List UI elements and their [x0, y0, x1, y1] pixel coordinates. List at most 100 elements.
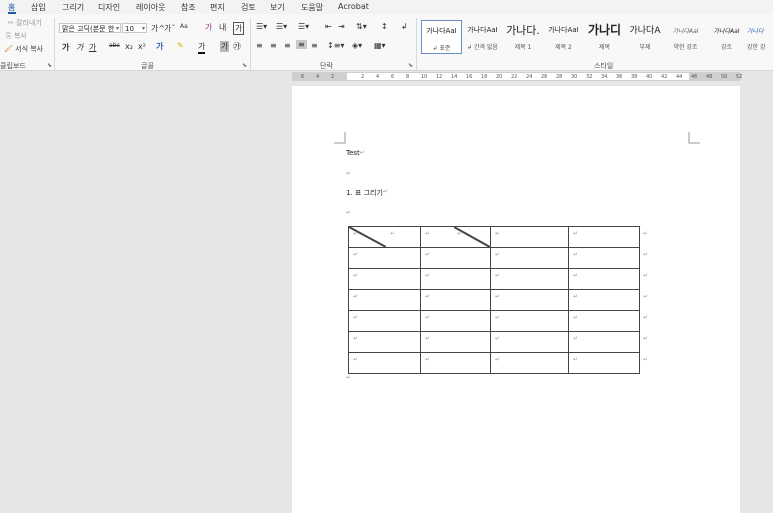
grow-font-button[interactable]: 가^ — [151, 23, 165, 34]
chevron-down-icon: ▾ — [141, 25, 145, 32]
table-cell[interactable]: ↵ ↵ — [568, 289, 648, 311]
doc-list-item[interactable]: 1. 표 그리기 ↵ — [346, 188, 388, 198]
style-intense-emphasis[interactable]: 가나다 강한 강 — [747, 20, 773, 54]
style-title[interactable]: 가나디 제목 — [584, 20, 625, 54]
clear-format-button[interactable]: 가 — [205, 22, 212, 33]
table-cell[interactable]: ↵ ↵ — [568, 331, 648, 353]
text-direction-icon[interactable]: ⇅▾ — [356, 22, 367, 31]
borders-icon[interactable]: ▦▾ — [374, 41, 386, 50]
table-cell[interactable]: ↵ ↵ — [568, 268, 648, 290]
row-end-mark: ↵ — [642, 293, 648, 300]
doc-line-test[interactable]: Test ↵ — [346, 149, 365, 157]
numbering-icon[interactable]: ☰▾ — [276, 22, 287, 31]
shrink-font-button[interactable]: 가ˇ — [164, 23, 175, 34]
document-table[interactable]: ↵ ↵ ↵ ↵ ↵ ↵ ↵ ↵ ↵ ↵ ↵ ↵ ↵ ↵ ↵ ↵ ↵ ↵ ↵ ↵ ↵ ↵ ↵ ↵ ↵ ↵ ↵ ↵ ↵ ↵ ↵ ↵ ↵ ↵ ↵ ↵ ↵ — [348, 226, 648, 374]
cut-button[interactable]: ✂ 잘라내기 — [8, 18, 42, 28]
table-cell[interactable]: ↵ — [348, 289, 421, 311]
style-emphasis[interactable]: 가나다AaI 강조 — [706, 20, 747, 54]
paragraph-launcher-icon[interactable]: ⬊ — [408, 62, 413, 69]
table-cell[interactable]: ↵ — [490, 289, 569, 311]
table-cell[interactable]: ↵ — [420, 310, 491, 332]
ruler-tick-label: 2 — [361, 74, 365, 80]
table-cell[interactable]: ↵ — [490, 352, 569, 374]
phonetic-guide-button[interactable]: 내 — [219, 22, 226, 33]
table-cell[interactable]: ↵ ↵ — [568, 352, 648, 374]
show-marks-icon[interactable]: ↲ — [401, 22, 408, 31]
char-shading-button[interactable]: 가 — [220, 41, 230, 52]
enclose-chars-button[interactable]: ㉮ — [233, 41, 241, 52]
document-page[interactable]: Test ↵ ↵ 1. 표 그리기 ↵ ↵ ↵ ↵ ↵ ↵ ↵ ↵ ↵ ↵ ↵ ↵ ↵ ↵ ↵ ↵ ↵ ↵ ↵ ↵ ↵ ↵… — [292, 86, 740, 513]
align-center-icon[interactable]: ≡ — [270, 41, 277, 50]
cell-end-mark: ↵ — [353, 335, 359, 342]
menu-view[interactable]: 보기 — [270, 2, 285, 13]
highlight-button[interactable]: ✎ — [177, 41, 184, 50]
style-subtle-emphasis[interactable]: 가나다AaI 약한 강조 — [665, 20, 706, 54]
italic-button[interactable]: 가 — [76, 42, 83, 53]
table-cell[interactable]: ↵ ↵ — [568, 226, 648, 248]
shading-icon[interactable]: ◈▾ — [352, 41, 362, 50]
decrease-indent-icon[interactable]: ⇤ — [325, 22, 332, 31]
table-cell[interactable]: ↵ — [490, 247, 569, 269]
strikethrough-button[interactable]: abc — [109, 42, 120, 49]
subscript-button[interactable]: x₂ — [125, 42, 133, 51]
table-cell[interactable]: ↵ — [348, 331, 421, 353]
style-no-spacing[interactable]: 가나다AaI ↲ 간격 없음 — [462, 20, 503, 54]
table-cell[interactable]: ↵ ↵ — [568, 247, 648, 269]
menu-review[interactable]: 검토 — [241, 2, 256, 13]
ruler-tick-label: 2 — [331, 74, 335, 80]
style-subtitle[interactable]: 가나다A 부제 — [625, 20, 665, 54]
table-cell[interactable]: ↵ — [490, 310, 569, 332]
table-cell[interactable]: ↵ — [490, 268, 569, 290]
copy-button[interactable]: ⎘ 복사 — [6, 31, 27, 41]
menu-layout[interactable]: 레이아웃 — [136, 2, 165, 13]
underline-button[interactable]: 가 — [89, 42, 96, 53]
table-cell[interactable]: ↵ — [348, 268, 421, 290]
style-heading-2[interactable]: 가나다AaI 제목 2 — [543, 20, 584, 54]
table-cell[interactable]: ↵ — [490, 331, 569, 353]
font-name-combo[interactable]: 맑은 고딕(본문 한 ▾ — [59, 23, 121, 33]
sort-icon[interactable]: ↕ — [381, 22, 388, 31]
table-cell[interactable]: ↵ — [490, 226, 569, 248]
menu-acrobat[interactable]: Acrobat — [338, 2, 369, 11]
cell-end-mark: ↵ — [425, 356, 431, 363]
style-sample: 가나다AaI — [426, 27, 457, 35]
clipboard-launcher-icon[interactable]: ⬊ — [47, 62, 52, 69]
align-right-icon[interactable]: ≡ — [284, 41, 291, 50]
distributed-icon[interactable]: ≡ — [311, 41, 318, 50]
bullets-icon[interactable]: ☰▾ — [256, 22, 267, 31]
align-left-icon[interactable]: ≡ — [256, 41, 263, 50]
table-cell[interactable]: ↵ ↵ — [420, 226, 491, 248]
bold-button[interactable]: 가 — [62, 42, 69, 53]
table-cell[interactable]: ↵ ↵ — [568, 310, 648, 332]
horizontal-ruler[interactable]: 6 4 2 2 4 6 8 10 12 14 16 18 20 22 24 26 28 30 32 34 36 38 40 4… — [292, 72, 742, 81]
menu-mailings[interactable]: 편지 — [210, 2, 225, 13]
increase-indent-icon[interactable]: ⇥ — [338, 22, 345, 31]
menu-insert[interactable]: 삽입 — [31, 2, 46, 13]
style-normal[interactable]: 가나다AaI ↲ 표준 — [421, 20, 462, 54]
table-cell[interactable]: ↵ — [420, 247, 491, 269]
style-heading-1[interactable]: 가나다. 제목 1 — [503, 20, 543, 54]
table-cell[interactable]: ↵ — [420, 268, 491, 290]
menu-references[interactable]: 참조 — [181, 2, 196, 13]
justify-icon[interactable]: ≡ — [296, 40, 307, 49]
table-cell[interactable]: ↵ — [348, 247, 421, 269]
line-spacing-icon[interactable]: ↕≡▾ — [327, 41, 344, 50]
char-border-button[interactable]: 가 — [233, 22, 245, 35]
table-cell[interactable]: ↵ — [420, 331, 491, 353]
table-cell[interactable]: ↵ ↵ — [348, 226, 421, 248]
font-color-button[interactable]: 가 — [198, 41, 206, 54]
table-cell[interactable]: ↵ — [420, 289, 491, 311]
change-case-button[interactable]: Aa — [180, 23, 188, 30]
table-cell[interactable]: ↵ — [420, 352, 491, 374]
format-painter-button[interactable]: 🖌 서식 복사 — [4, 44, 43, 54]
multilevel-list-icon[interactable]: ☰▾ — [298, 22, 309, 31]
menu-help[interactable]: 도움말 — [301, 2, 323, 13]
superscript-button[interactable]: x² — [138, 42, 146, 51]
menu-design[interactable]: 디자인 — [98, 2, 120, 13]
table-cell[interactable]: ↵ — [348, 352, 421, 374]
table-cell[interactable]: ↵ — [348, 310, 421, 332]
menu-draw[interactable]: 그리기 — [62, 2, 84, 13]
font-launcher-icon[interactable]: ⬊ — [242, 62, 247, 69]
text-effects-button[interactable]: 가 — [156, 41, 163, 52]
font-size-combo[interactable]: 10 ▾ — [122, 23, 147, 33]
